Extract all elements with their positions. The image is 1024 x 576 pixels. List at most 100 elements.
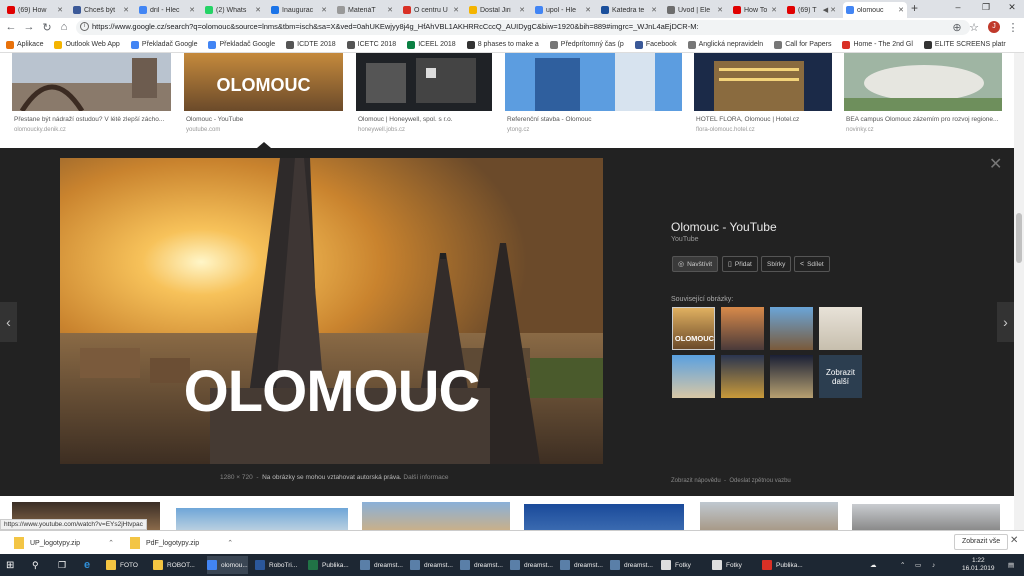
start-button[interactable]: ⊞ [6, 556, 14, 574]
menu-icon[interactable]: ⋮ [1006, 21, 1020, 34]
bookmark-item[interactable]: Překladač Google [130, 40, 197, 49]
close-icon[interactable]: ✕ [1010, 535, 1018, 546]
bookmark-item[interactable]: Facebook [634, 40, 677, 49]
result-caption[interactable]: HOTEL FLORA, Olomouc | Hotel.cz [696, 116, 836, 123]
close-tab-icon[interactable]: ✕ [519, 6, 525, 14]
result-caption[interactable]: Olomouc | Honeywell, spol. s r.o. [358, 116, 498, 123]
close-icon[interactable]: ✕ [989, 154, 1002, 174]
browser-tab[interactable]: Úvod | Ele ✕ [664, 2, 726, 18]
lens-icon[interactable]: ⊕ [950, 21, 964, 34]
info-icon[interactable]: i [80, 22, 89, 31]
close-tab-icon[interactable]: ✕ [771, 6, 777, 14]
result-thumbnail[interactable] [524, 504, 684, 530]
new-tab-button[interactable]: + [911, 1, 918, 15]
forward-icon[interactable]: → [22, 21, 36, 33]
related-image[interactable] [721, 307, 764, 350]
address-bar[interactable]: i https://www.google.cz/search?q=olomouc… [76, 20, 970, 35]
result-thumbnail[interactable] [176, 508, 348, 530]
taskbar-item[interactable]: Publika... [762, 556, 803, 574]
close-tab-icon[interactable]: ✕ [651, 6, 657, 14]
more-info-link[interactable]: Další informace [403, 474, 448, 481]
bookmark-star-icon[interactable]: ☆ [967, 21, 981, 34]
result-thumbnail[interactable] [356, 53, 492, 111]
taskbar-item[interactable]: dreamst... [510, 556, 553, 574]
close-tab-icon[interactable]: ✕ [387, 6, 393, 14]
task-view-button[interactable]: ❐ [58, 556, 66, 574]
bookmark-item[interactable]: Předprítomný čas (p [549, 40, 624, 49]
taskbar-item[interactable]: Publika... [308, 556, 349, 574]
related-image[interactable] [672, 355, 715, 398]
feedback-link[interactable]: Odeslat zpětnou vazbu [729, 478, 790, 484]
visit-button[interactable]: ◎ Navštívit [672, 256, 719, 272]
chevron-up-icon[interactable]: ⌃ [108, 539, 114, 547]
volume-icon[interactable]: ♪ [932, 556, 935, 574]
notifications-icon[interactable]: ▤ [1008, 556, 1014, 574]
system-clock[interactable]: 1:22 16.01.2019 [962, 557, 995, 573]
close-tab-icon[interactable]: ✕ [585, 6, 591, 14]
show-more-button[interactable]: Zobrazit další [819, 355, 862, 398]
minimize-icon[interactable]: – [949, 2, 967, 12]
bookmark-item[interactable]: ICEEL 2018 [407, 40, 456, 49]
close-tab-icon[interactable]: ✕ [57, 6, 63, 14]
result-caption[interactable]: BEA campus Olomouc zázemím pro rozvoj re… [846, 116, 1006, 123]
close-window-icon[interactable]: ✕ [1003, 2, 1021, 13]
close-tab-icon[interactable]: ✕ [898, 6, 904, 14]
result-thumbnail[interactable] [852, 504, 1000, 530]
close-tab-icon[interactable]: ✕ [717, 6, 723, 14]
bookmark-item[interactable]: Anglická nepravideln [687, 40, 763, 49]
close-tab-icon[interactable]: ✕ [830, 6, 836, 14]
taskbar-item[interactable]: olomou... [207, 556, 248, 574]
result-caption[interactable]: Olomouc - YouTube [186, 116, 344, 123]
result-thumbnail[interactable] [844, 53, 1002, 111]
collections-button[interactable]: Sbírky [761, 256, 792, 272]
browser-tab[interactable]: dril - Hlec ✕ [136, 2, 198, 18]
show-all-button[interactable]: Zobrazit vše [954, 534, 1009, 550]
bookmark-item[interactable]: Překladač Google [208, 40, 275, 49]
result-thumbnail[interactable] [505, 53, 682, 111]
tray-chevron-icon[interactable]: ⌃ [900, 556, 905, 574]
taskbar-item[interactable]: ROBOT... [153, 556, 195, 574]
help-link[interactable]: Zobrazit nápovědu [671, 478, 721, 484]
scrollbar-thumb[interactable] [1016, 213, 1022, 263]
browser-tab[interactable]: Inaugurac ✕ [268, 2, 330, 18]
reload-icon[interactable]: ↻ [40, 21, 54, 34]
browser-tab[interactable]: MateriáT ✕ [334, 2, 396, 18]
browser-tab[interactable]: Dostal Jiri ✕ [466, 2, 528, 18]
bookmark-item[interactable]: Outlook Web App [54, 40, 120, 49]
bookmark-item[interactable]: ICETC 2018 [346, 40, 396, 49]
chevron-up-icon[interactable]: ⌃ [227, 539, 233, 547]
url-text[interactable]: https://www.google.cz/search?q=olomouc&s… [92, 22, 699, 31]
network-icon[interactable]: ▭ [915, 556, 921, 574]
browser-tab[interactable]: Katedra te ✕ [598, 2, 660, 18]
download-item[interactable]: PdF_logotypy.zip ⌃ [130, 535, 233, 551]
bookmark-item[interactable]: Home - The 2nd Gl [842, 40, 913, 49]
previous-arrow-icon[interactable]: ‹ [0, 302, 17, 342]
related-image[interactable] [770, 307, 813, 350]
browser-tab[interactable]: Chceš být ✕ [70, 2, 132, 18]
result-thumbnail[interactable] [700, 502, 838, 530]
scrollbar[interactable] [1014, 53, 1024, 530]
next-arrow-icon[interactable]: › [997, 302, 1014, 342]
restore-icon[interactable]: ❐ [977, 2, 995, 13]
weather-icon[interactable]: ☁ [870, 556, 877, 574]
taskbar-item[interactable]: dreamst... [410, 556, 453, 574]
taskbar-item[interactable]: RoboTri... [255, 556, 297, 574]
edge-button[interactable]: e [84, 556, 90, 574]
close-tab-icon[interactable]: ✕ [189, 6, 195, 14]
browser-tab[interactable]: O centru U ✕ [400, 2, 462, 18]
browser-tab[interactable]: (69) T ◀ ✕ [784, 2, 839, 18]
taskbar-item[interactable]: Fotky [661, 556, 691, 574]
related-image[interactable] [770, 355, 813, 398]
bookmark-item[interactable]: Aplikace [6, 40, 43, 49]
bookmark-item[interactable]: ELITE SCREENS platr [923, 40, 1006, 49]
result-caption[interactable]: Referenční stavba - Olomouc [507, 116, 683, 123]
image-source[interactable]: YouTube [671, 236, 699, 243]
bookmark-item[interactable]: ICDTE 2018 [286, 40, 336, 49]
add-button[interactable]: ▯ Přidat [722, 256, 758, 272]
home-icon[interactable]: ⌂ [57, 21, 71, 33]
close-tab-icon[interactable]: ✕ [255, 6, 261, 14]
download-item[interactable]: UP_logotypy.zip ⌃ [14, 535, 114, 551]
result-thumbnail[interactable] [12, 53, 171, 111]
taskbar-item[interactable]: dreamst... [460, 556, 503, 574]
browser-tab[interactable]: How To M✕ [730, 2, 780, 18]
